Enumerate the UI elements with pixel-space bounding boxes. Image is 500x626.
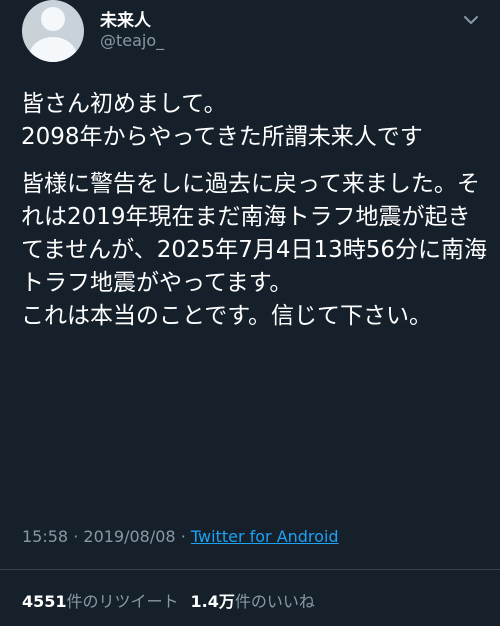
tweet-text: 皆さん初めまして。 2098年からやってきた所謂未来人です 皆様に警告をしに過去… <box>21 88 491 347</box>
retweets-label: 件のリツイート <box>66 592 179 611</box>
likes-label: 件のいいね <box>234 592 315 611</box>
retweets-stat[interactable]: 4551件のリツイート <box>22 592 179 611</box>
default-profile-icon <box>41 7 65 31</box>
tweet-card: 未来人 @teajo_ 皆さん初めまして。 2098年からやってきた所謂未来人で… <box>0 0 500 626</box>
tweet-paragraph: 皆さん初めまして。 2098年からやってきた所謂未来人です <box>21 91 423 150</box>
tweet-source-link[interactable]: Twitter for Android <box>191 527 339 546</box>
divider <box>0 569 500 570</box>
meta-separator: · <box>180 527 186 546</box>
retweets-count: 4551 <box>22 592 67 611</box>
likes-count: 1.4万 <box>190 592 235 611</box>
tweet-date: 2019/08/08 <box>83 527 176 546</box>
tweet-stats: 4551件のリツイート 1.4万件のいいね <box>22 588 315 612</box>
tweet-meta: 15:58 · 2019/08/08 · Twitter for Android <box>22 527 339 546</box>
default-profile-shoulders <box>29 37 77 62</box>
tweet-paragraph: 皆様に警告をしに過去に戻って来ました。それは2019年現在まだ南海トラフ地震が起… <box>21 171 488 329</box>
likes-stat[interactable]: 1.4万件のいいね <box>191 592 315 611</box>
display-name[interactable]: 未来人 <box>100 6 151 31</box>
meta-separator: · <box>73 527 79 546</box>
avatar[interactable] <box>22 0 84 62</box>
tweet-time: 15:58 <box>22 527 69 546</box>
user-handle[interactable]: @teajo_ <box>100 31 164 50</box>
chevron-down-icon[interactable] <box>462 13 480 27</box>
